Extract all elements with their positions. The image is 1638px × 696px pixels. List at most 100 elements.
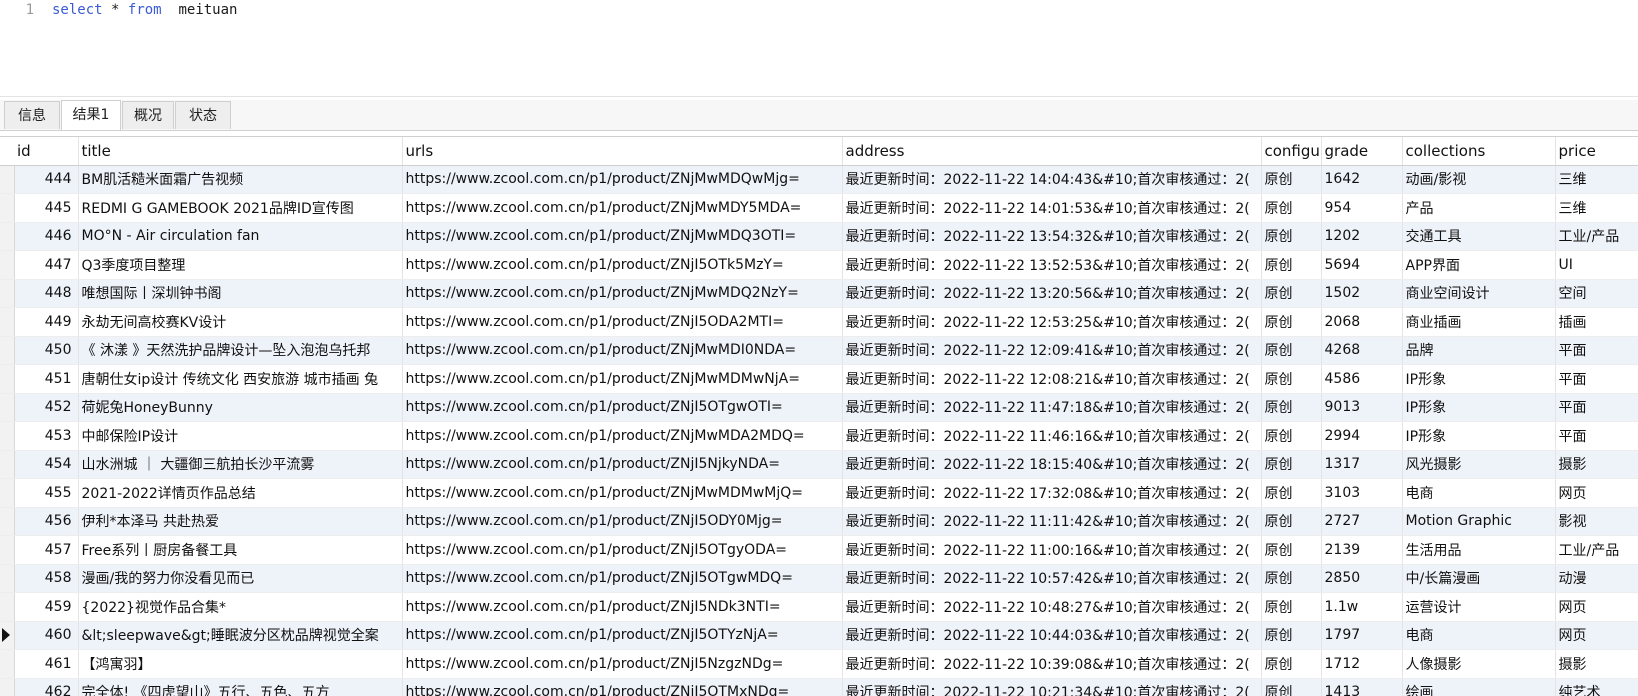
cell-collections[interactable]: 运营设计	[1402, 592, 1556, 622]
cell-urls[interactable]: https://www.zcool.com.cn/p1/product/ZNjI…	[402, 535, 843, 565]
cell-id[interactable]: 457	[14, 535, 79, 565]
cell-urls[interactable]: https://www.zcool.com.cn/p1/product/ZNjM…	[402, 222, 843, 251]
cell-collections[interactable]: IP形象	[1402, 393, 1556, 422]
column-header-collections[interactable]: collections	[1402, 137, 1556, 166]
cell-configu[interactable]: 原创	[1261, 507, 1322, 536]
row-marker[interactable]	[0, 450, 15, 479]
cell-title[interactable]: REDMI G GAMEBOOK 2021品牌ID宣传图	[78, 193, 403, 223]
cell-price[interactable]: 网页	[1555, 592, 1638, 622]
cell-grade[interactable]: 9013	[1321, 393, 1403, 422]
cell-configu[interactable]: 原创	[1261, 421, 1322, 451]
cell-collections[interactable]: 绘画	[1402, 678, 1556, 696]
cell-address[interactable]: 最近更新时间：2022-11-22 10:48:27&#10;首次审核通过：2(	[842, 592, 1262, 622]
cell-collections[interactable]: 电商	[1402, 478, 1556, 508]
tab-info[interactable]: 信息	[4, 101, 60, 129]
table-row[interactable]: 455 2021-2022详情页作品总结 https://www.zcool.com…	[0, 478, 1638, 508]
cell-id[interactable]: 447	[14, 250, 79, 280]
cell-address[interactable]: 最近更新时间：2022-11-22 12:53:25&#10;首次审核通过：2(	[842, 307, 1262, 337]
table-row[interactable]: 461 【鸿寓羽】 https://www.zcool.com.cn/p1/prod…	[0, 649, 1638, 679]
tab-status[interactable]: 状态	[175, 101, 231, 129]
cell-collections[interactable]: 交通工具	[1402, 222, 1556, 251]
row-marker[interactable]	[0, 250, 15, 280]
cell-configu[interactable]: 原创	[1261, 193, 1322, 223]
table-row[interactable]: 459 {2022}视觉作品合集* https://www.zcool.com.cn…	[0, 592, 1638, 622]
table-row[interactable]: 451 唐朝仕女ip设计 传统文化 西安旅游 城市插画 兔 https://www.…	[0, 364, 1638, 394]
cell-configu[interactable]: 原创	[1261, 250, 1322, 280]
column-header-id[interactable]: id	[14, 137, 79, 166]
table-row[interactable]: 445 REDMI G GAMEBOOK 2021品牌ID宣传图 https://w…	[0, 193, 1638, 223]
cell-title[interactable]: BM肌活糙米面霜广告视频	[78, 165, 403, 194]
cell-id[interactable]: 444	[14, 165, 79, 194]
cell-urls[interactable]: https://www.zcool.com.cn/p1/product/ZNjM…	[402, 165, 843, 194]
cell-title[interactable]: &lt;sleepwave&gt;睡眠波分区枕品牌视觉全案	[78, 621, 403, 650]
row-marker[interactable]	[0, 279, 15, 308]
column-header-title[interactable]: title	[78, 137, 403, 166]
cell-address[interactable]: 最近更新时间：2022-11-22 18:15:40&#10;首次审核通过：2(	[842, 450, 1262, 479]
cell-urls[interactable]: https://www.zcool.com.cn/p1/product/ZNjI…	[402, 393, 843, 422]
cell-grade[interactable]: 4268	[1321, 336, 1403, 365]
cell-urls[interactable]: https://www.zcool.com.cn/p1/product/ZNjI…	[402, 450, 843, 479]
cell-configu[interactable]: 原创	[1261, 279, 1322, 308]
cell-price[interactable]: 摄影	[1555, 450, 1638, 479]
cell-id[interactable]: 448	[14, 279, 79, 308]
cell-configu[interactable]: 原创	[1261, 450, 1322, 479]
cell-configu[interactable]: 原创	[1261, 393, 1322, 422]
cell-address[interactable]: 最近更新时间：2022-11-22 10:57:42&#10;首次审核通过：2(	[842, 564, 1262, 593]
cell-urls[interactable]: https://www.zcool.com.cn/p1/product/ZNjI…	[402, 649, 843, 679]
row-marker[interactable]	[0, 564, 15, 593]
cell-grade[interactable]: 1642	[1321, 165, 1403, 194]
cell-address[interactable]: 最近更新时间：2022-11-22 12:08:21&#10;首次审核通过：2(	[842, 364, 1262, 394]
cell-price[interactable]: 三维	[1555, 165, 1638, 194]
cell-address[interactable]: 最近更新时间：2022-11-22 11:00:16&#10;首次审核通过：2(	[842, 535, 1262, 565]
cell-price[interactable]: 平面	[1555, 393, 1638, 422]
cell-grade[interactable]: 1413	[1321, 678, 1403, 696]
cell-address[interactable]: 最近更新时间：2022-11-22 11:47:18&#10;首次审核通过：2(	[842, 393, 1262, 422]
cell-collections[interactable]: 中/长篇漫画	[1402, 564, 1556, 593]
cell-price[interactable]: 平面	[1555, 336, 1638, 365]
cell-urls[interactable]: https://www.zcool.com.cn/p1/product/ZNjI…	[402, 678, 843, 696]
cell-grade[interactable]: 1317	[1321, 450, 1403, 479]
cell-id[interactable]: 459	[14, 592, 79, 622]
cell-id[interactable]: 462	[14, 678, 79, 696]
cell-configu[interactable]: 原创	[1261, 678, 1322, 696]
cell-title[interactable]: Free系列丨厨房备餐工具	[78, 535, 403, 565]
cell-title[interactable]: 《 沐漾 》天然洗护品牌设计—坠入泡泡乌托邦	[78, 336, 403, 365]
cell-urls[interactable]: https://www.zcool.com.cn/p1/product/ZNjM…	[402, 421, 843, 451]
row-marker[interactable]	[0, 393, 15, 422]
cell-collections[interactable]: 商业空间设计	[1402, 279, 1556, 308]
table-row[interactable]: 449 永劫无间高校赛KV设计 https://www.zcool.com.cn/p…	[0, 307, 1638, 337]
cell-title[interactable]: 山水洲城 ｜ 大疆御三航拍长沙平流雾	[78, 450, 403, 479]
row-marker[interactable]	[0, 193, 15, 223]
cell-id[interactable]: 456	[14, 507, 79, 536]
cell-collections[interactable]: 风光摄影	[1402, 450, 1556, 479]
cell-configu[interactable]: 原创	[1261, 364, 1322, 394]
cell-price[interactable]: 工业/产品	[1555, 535, 1638, 565]
cell-id[interactable]: 453	[14, 421, 79, 451]
table-row[interactable]: 462 完全体! 《四虎望山》五行、五色、五方 https://www.zcool.…	[0, 678, 1638, 696]
table-row[interactable]: 457 Free系列丨厨房备餐工具 https://www.zcool.com.cn…	[0, 535, 1638, 565]
cell-grade[interactable]: 2850	[1321, 564, 1403, 593]
cell-urls[interactable]: https://www.zcool.com.cn/p1/product/ZNjI…	[402, 507, 843, 536]
cell-configu[interactable]: 原创	[1261, 307, 1322, 337]
cell-title[interactable]: 2021-2022详情页作品总结	[78, 478, 403, 508]
cell-grade[interactable]: 2727	[1321, 507, 1403, 536]
cell-urls[interactable]: https://www.zcool.com.cn/p1/product/ZNjI…	[402, 250, 843, 280]
cell-configu[interactable]: 原创	[1261, 564, 1322, 593]
table-row[interactable]: 452 荷妮兔HoneyBunny https://www.zcool.com.cn…	[0, 393, 1638, 422]
cell-title[interactable]: MO°N - Air circulation fan	[78, 222, 403, 251]
cell-title[interactable]: 伊利*本泽马 共赴热爱	[78, 507, 403, 536]
cell-address[interactable]: 最近更新时间：2022-11-22 13:20:56&#10;首次审核通过：2(	[842, 279, 1262, 308]
row-marker[interactable]	[0, 478, 15, 508]
row-marker[interactable]	[0, 165, 15, 194]
cell-configu[interactable]: 原创	[1261, 621, 1322, 650]
cell-id[interactable]: 458	[14, 564, 79, 593]
cell-title[interactable]: Q3季度项目整理	[78, 250, 403, 280]
row-marker[interactable]	[0, 649, 15, 679]
cell-grade[interactable]: 4586	[1321, 364, 1403, 394]
column-header-grade[interactable]: grade	[1321, 137, 1403, 166]
cell-configu[interactable]: 原创	[1261, 165, 1322, 194]
cell-title[interactable]: 永劫无间高校赛KV设计	[78, 307, 403, 337]
cell-urls[interactable]: https://www.zcool.com.cn/p1/product/ZNjI…	[402, 307, 843, 337]
cell-configu[interactable]: 原创	[1261, 478, 1322, 508]
cell-collections[interactable]: 商业插画	[1402, 307, 1556, 337]
